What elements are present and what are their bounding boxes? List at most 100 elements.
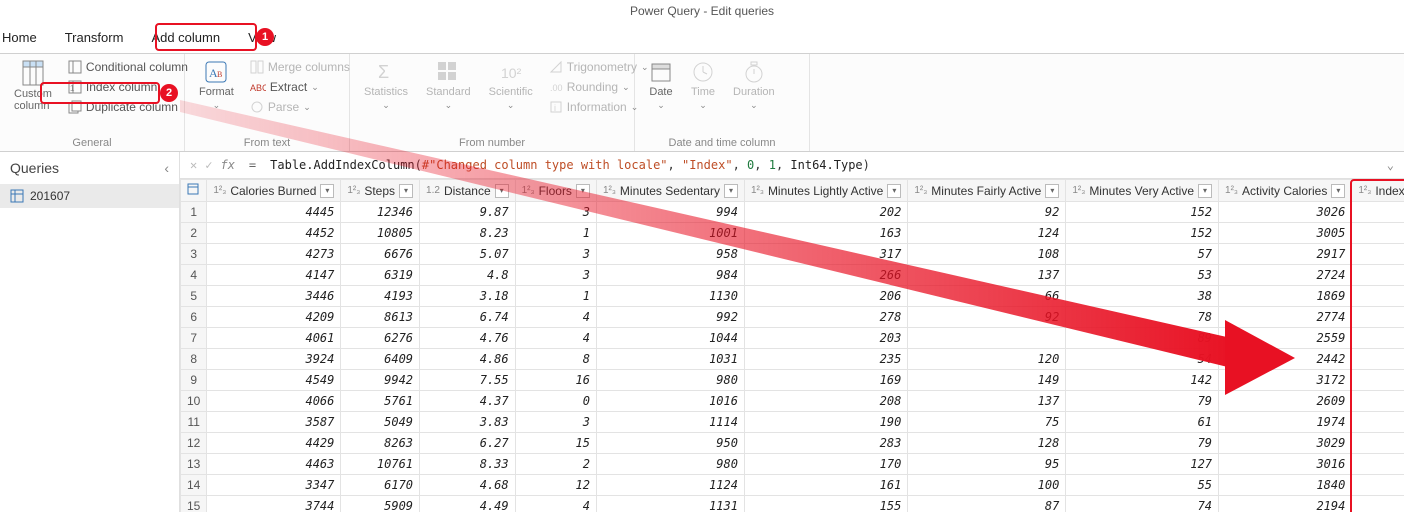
cell[interactable]: 137 (908, 391, 1066, 412)
cell[interactable]: 4193 (341, 286, 420, 307)
cell[interactable]: 66 (908, 286, 1066, 307)
format-button[interactable]: AB Format ⌄ (193, 58, 240, 113)
table-row[interactable]: 134463107618.33298017095127301612 (181, 454, 1404, 475)
column-header[interactable]: 1²₃Calories Burned▾ (207, 180, 341, 202)
cell[interactable]: 3.83 (420, 412, 516, 433)
cell[interactable]: 10805 (341, 223, 420, 244)
cell[interactable]: 4452 (207, 223, 341, 244)
cell[interactable]: 4.8 (420, 265, 516, 286)
cell[interactable]: 3016 (1219, 454, 1352, 475)
cell[interactable]: 12 (515, 475, 596, 496)
cell[interactable]: 0 (515, 391, 596, 412)
cell[interactable]: 137 (908, 265, 1066, 286)
filter-button[interactable]: ▾ (1045, 184, 1059, 198)
cell[interactable]: 108 (908, 244, 1066, 265)
cell[interactable]: 4066 (207, 391, 341, 412)
row-number[interactable]: 8 (181, 349, 207, 370)
cell[interactable]: 6319 (341, 265, 420, 286)
cell[interactable]: 55 (1066, 475, 1219, 496)
cell[interactable]: 161 (744, 475, 907, 496)
cell[interactable]: 3026 (1219, 202, 1352, 223)
cell[interactable]: 1001 (596, 223, 744, 244)
cell[interactable]: 87 (908, 496, 1066, 513)
formula-bar[interactable]: ✕ ✓ fx = Table.AddIndexColumn(#"Changed … (180, 152, 1404, 179)
cell[interactable]: 4061 (207, 328, 341, 349)
cell[interactable]: 7.55 (420, 370, 516, 391)
table-row[interactable]: 3427366765.0739583171085729172 (181, 244, 1404, 265)
cell[interactable]: 169 (744, 370, 907, 391)
cell[interactable]: 3005 (1219, 223, 1352, 244)
cell[interactable]: 5909 (341, 496, 420, 513)
cell[interactable]: 2559 (1219, 328, 1352, 349)
cell[interactable]: 89 (1066, 328, 1219, 349)
cell[interactable]: 2724 (1219, 265, 1352, 286)
parse-button[interactable]: Parse ⌄ (246, 98, 354, 116)
cell[interactable]: 4.86 (420, 349, 516, 370)
cell[interactable]: 75 (908, 412, 1066, 433)
cell[interactable]: 1031 (596, 349, 744, 370)
cell[interactable]: 4.49 (420, 496, 516, 513)
table-row[interactable]: 24452108058.231100116312415230051 (181, 223, 1404, 244)
table-row[interactable]: 4414763194.839842661375327243 (181, 265, 1404, 286)
time-button[interactable]: Time ⌄ (685, 58, 721, 113)
cell[interactable]: 2774 (1219, 307, 1352, 328)
table-row[interactable]: 9454999427.551698016914914231728 (181, 370, 1404, 391)
row-number[interactable]: 11 (181, 412, 207, 433)
table-row[interactable]: 10406657614.37010162081377926099 (181, 391, 1404, 412)
cell[interactable]: 994 (596, 202, 744, 223)
cell[interactable]: 6409 (341, 349, 420, 370)
cell[interactable]: 38 (1066, 286, 1219, 307)
cell[interactable]: 4.76 (420, 328, 516, 349)
table-row[interactable]: 14445123469.8739942029215230260 (181, 202, 1404, 223)
cell[interactable]: 992 (596, 307, 744, 328)
column-header[interactable]: 1.2Distance▾ (420, 180, 516, 202)
cell[interactable]: 2194 (1219, 496, 1352, 513)
cell[interactable]: 2609 (1219, 391, 1352, 412)
row-number[interactable]: 6 (181, 307, 207, 328)
cell[interactable]: 1044 (596, 328, 744, 349)
column-header[interactable]: 1²₃Steps▾ (341, 180, 420, 202)
row-number[interactable]: 15 (181, 496, 207, 513)
table-corner[interactable] (181, 180, 207, 202)
filter-button[interactable]: ▾ (320, 184, 334, 198)
cell[interactable]: 152 (1066, 202, 1219, 223)
cell[interactable] (908, 328, 1066, 349)
cell[interactable]: 8 (515, 349, 596, 370)
cell[interactable]: 74 (1066, 496, 1219, 513)
cancel-icon[interactable]: ✕ (190, 158, 197, 172)
filter-button[interactable]: ▾ (1198, 184, 1212, 198)
tab-transform[interactable]: Transform (65, 30, 124, 45)
cell[interactable]: 202 (744, 202, 907, 223)
cell[interactable]: 100 (908, 475, 1066, 496)
cell[interactable]: 980 (596, 454, 744, 475)
cell[interactable]: 78 (1066, 307, 1219, 328)
cell[interactable]: 3 (515, 265, 596, 286)
cell[interactable]: 4147 (207, 265, 341, 286)
tab-home[interactable]: Home (2, 30, 37, 45)
cell[interactable]: 1131 (596, 496, 744, 513)
filter-button[interactable]: ▾ (576, 184, 590, 198)
cell[interactable]: 142 (1066, 370, 1219, 391)
cell[interactable]: 1130 (596, 286, 744, 307)
row-number[interactable]: 13 (181, 454, 207, 475)
cell[interactable]: 79 (1066, 391, 1219, 412)
cell[interactable]: 15 (515, 433, 596, 454)
collapse-icon[interactable]: ‹ (164, 160, 169, 176)
cell[interactable]: 4 (515, 328, 596, 349)
cell[interactable]: 266 (744, 265, 907, 286)
cell[interactable]: 92 (908, 202, 1066, 223)
cell[interactable]: 57 (1066, 244, 1219, 265)
cell[interactable]: 3347 (207, 475, 341, 496)
filter-button[interactable]: ▾ (495, 184, 509, 198)
cell[interactable]: 5761 (341, 391, 420, 412)
table-row[interactable]: 15374459094.49411311558774219414 (181, 496, 1404, 513)
cell[interactable]: 1016 (596, 391, 744, 412)
cell[interactable]: 3029 (1219, 433, 1352, 454)
row-number[interactable]: 7 (181, 328, 207, 349)
row-number[interactable]: 2 (181, 223, 207, 244)
cell[interactable]: 2917 (1219, 244, 1352, 265)
table-row[interactable]: 11358750493.83311141907561197410 (181, 412, 1404, 433)
column-header[interactable]: 1²₃Activity Calories▾ (1219, 180, 1352, 202)
table-row[interactable]: 7406162764.76410442038925596 (181, 328, 1404, 349)
cell[interactable]: 278 (744, 307, 907, 328)
